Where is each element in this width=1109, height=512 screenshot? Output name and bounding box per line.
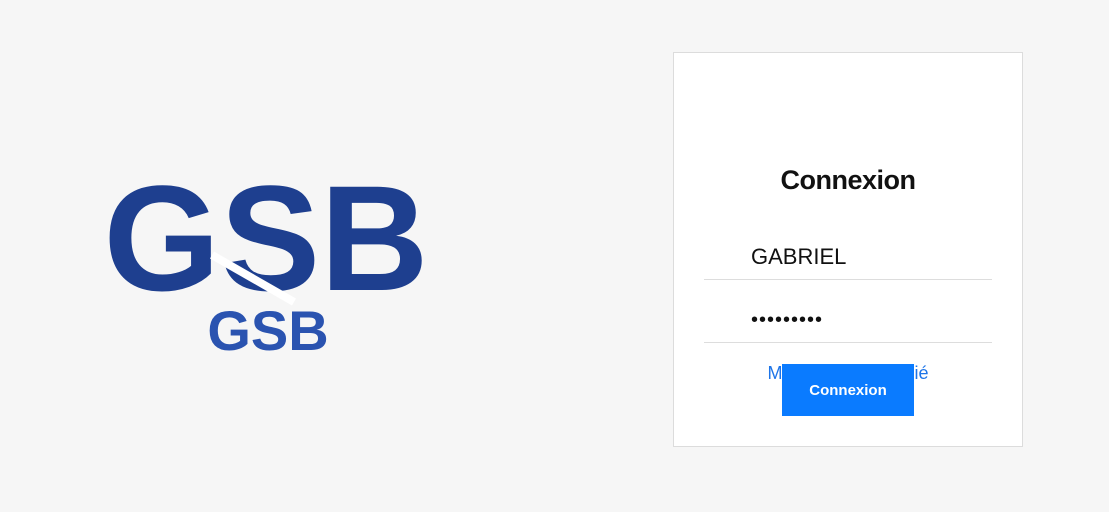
login-title: Connexion xyxy=(780,165,917,195)
username-input[interactable] xyxy=(751,241,981,273)
gsb-logo: GSB GSB xyxy=(104,170,428,356)
password-field-container xyxy=(704,297,992,343)
login-page: GSB GSB Connexion Mot de passe oublié Co… xyxy=(0,0,1109,512)
password-input[interactable] xyxy=(751,304,981,336)
username-field-container xyxy=(704,234,992,280)
gsb-logo-small-text: GSB xyxy=(207,299,328,356)
login-button[interactable]: Connexion xyxy=(782,364,914,416)
gsb-logo-graphic: GSB GSB xyxy=(104,170,428,356)
